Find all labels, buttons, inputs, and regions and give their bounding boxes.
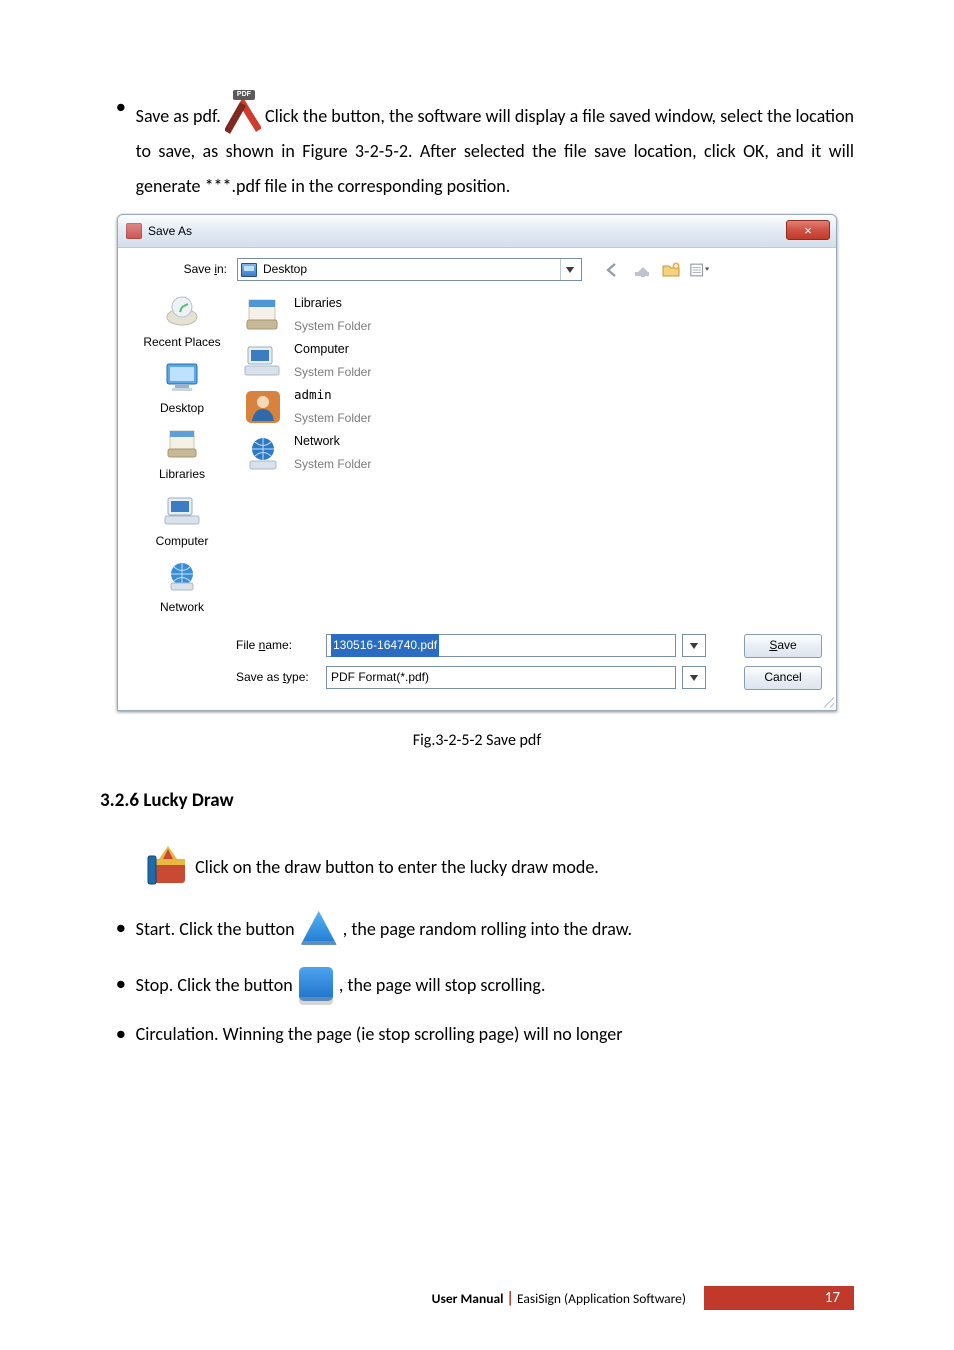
bullet: ● (116, 90, 126, 126)
bullet: ● (116, 911, 126, 947)
play-icon (301, 911, 337, 945)
stop-post: , the page will stop scrolling. (339, 974, 546, 996)
save-button[interactable]: Save (744, 634, 822, 658)
stop-icon (299, 967, 333, 1001)
lucky-draw-icon (145, 843, 191, 889)
save-in-dropdown[interactable]: Desktop (237, 258, 582, 281)
page-number: 17 (704, 1286, 854, 1310)
dialog-title: Save As (148, 220, 192, 243)
save-as-type-label: Save as type: (236, 666, 326, 689)
save-in-value: Desktop (263, 258, 307, 281)
app-icon (126, 223, 142, 239)
chevron-down-icon[interactable] (560, 259, 578, 280)
list-item[interactable]: LibrariesSystem Folder (242, 292, 822, 338)
computer-icon (242, 341, 284, 381)
lucky-intro: Click on the draw button to enter the lu… (195, 856, 599, 878)
place-recent[interactable]: Recent Places (132, 292, 232, 354)
figure-caption: Fig.3-2-5-2 Save pdf (100, 725, 854, 756)
desktop-icon (241, 263, 257, 277)
save-in-label: Save in: (132, 258, 227, 281)
stop-pre: Stop. Click the button (136, 974, 293, 996)
type-dropdown-arrow[interactable] (682, 666, 706, 689)
filename-history-dropdown[interactable] (682, 634, 706, 657)
list-item[interactable]: ComputerSystem Folder (242, 338, 822, 384)
footer-text: User Manual|EasiSign (Application Softwa… (432, 1289, 686, 1308)
libraries-icon (242, 295, 284, 335)
network-icon (242, 433, 284, 473)
place-network[interactable]: Network (132, 557, 232, 619)
bullet: ● (116, 1017, 126, 1053)
file-name-input[interactable]: 130516-164740.pdf (326, 634, 676, 657)
pdf-icon: PDF (225, 90, 261, 134)
circulation-text: Circulation. Winning the page (ie stop s… (136, 1023, 623, 1045)
save-as-dialog: Save As × Save in: document.querySelecto… (117, 214, 837, 710)
back-icon[interactable] (602, 259, 624, 281)
new-folder-icon[interactable] (660, 259, 682, 281)
start-post: , the page random rolling into the draw. (343, 918, 632, 940)
views-icon[interactable] (689, 259, 711, 281)
bullet: ● (116, 967, 126, 1003)
cancel-button[interactable]: Cancel (744, 666, 822, 690)
file-name-label: File name: (236, 634, 326, 657)
place-libraries[interactable]: Libraries (132, 424, 232, 486)
section-heading: 3.2.6 Lucky Draw (100, 782, 854, 819)
user-icon (242, 387, 284, 427)
save-as-type-select[interactable]: PDF Format(*.pdf) (326, 666, 676, 689)
place-desktop[interactable]: Desktop (132, 358, 232, 420)
start-pre: Start. Click the button (136, 918, 295, 940)
close-button[interactable]: × (786, 220, 830, 240)
list-item[interactable]: adminSystem Folder (242, 384, 822, 430)
place-computer[interactable]: Computer (132, 491, 232, 553)
save-as-pdf-pre: Save as pdf. (136, 105, 221, 127)
list-item[interactable]: NetworkSystem Folder (242, 430, 822, 476)
up-icon[interactable] (631, 259, 653, 281)
